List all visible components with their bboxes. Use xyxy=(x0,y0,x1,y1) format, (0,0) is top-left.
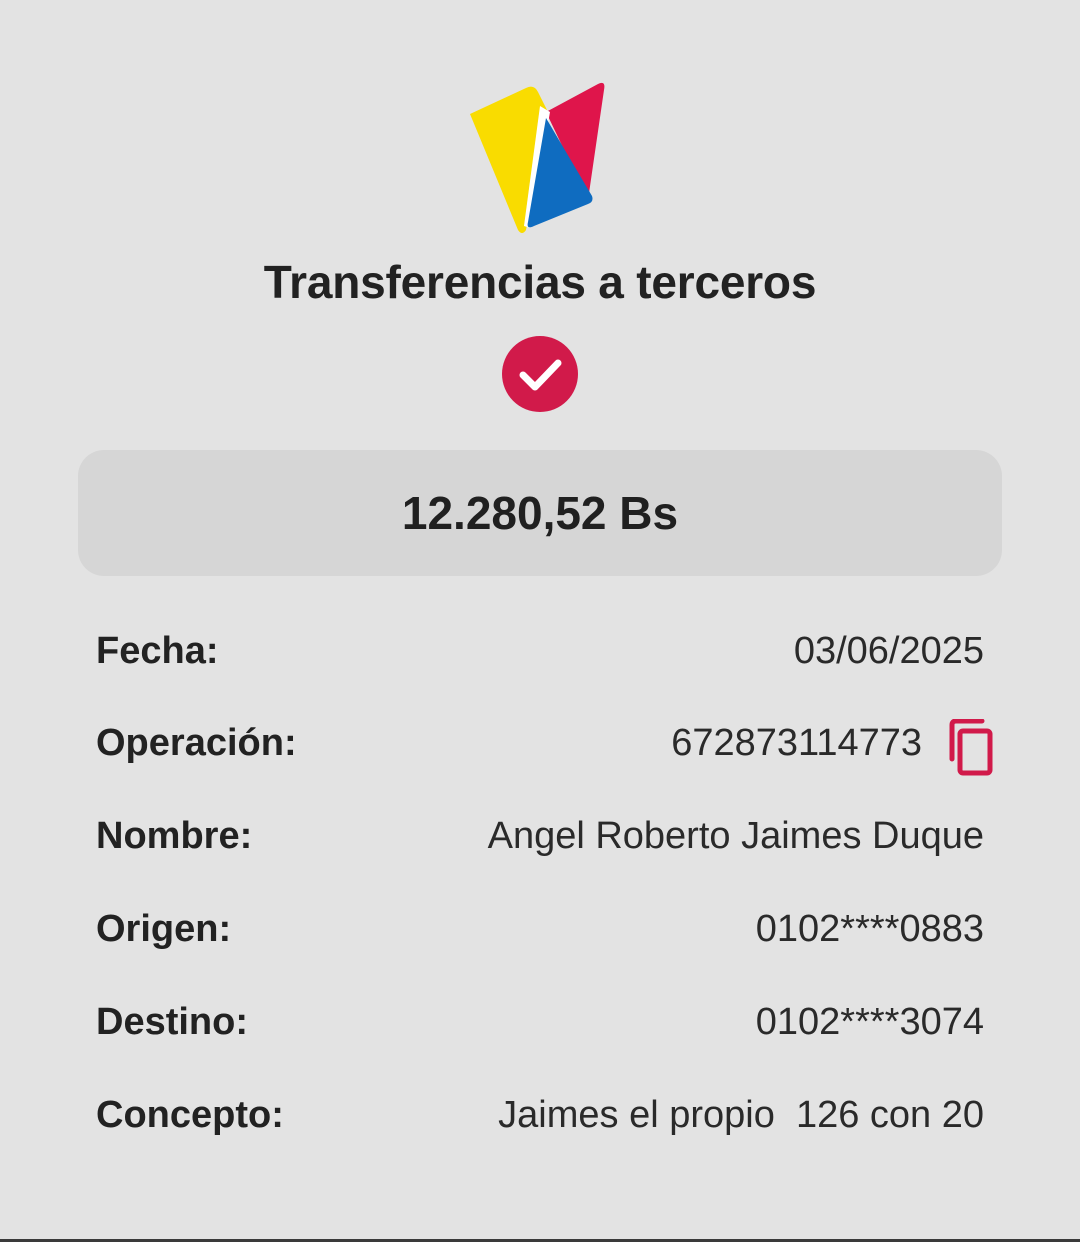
detail-row-nombre: Nombre: Angel Roberto Jaimes Duque xyxy=(96,806,984,866)
origen-label: Origen: xyxy=(96,908,232,950)
destino-value: 0102****3074 xyxy=(755,1001,984,1043)
nombre-label: Nombre: xyxy=(96,815,253,857)
detail-row-fecha: Fecha: 03/06/2025 xyxy=(96,621,984,681)
bank-logo-icon xyxy=(460,78,616,238)
detail-row-origen: Origen: 0102****0883 xyxy=(96,899,984,959)
transfer-amount: 12.280,52 Bs xyxy=(401,487,679,539)
concepto-label: Concepto: xyxy=(96,1094,284,1136)
fecha-label: Fecha: xyxy=(96,630,219,672)
success-check-icon xyxy=(502,336,578,412)
destino-label: Destino: xyxy=(96,1001,248,1043)
amount-panel: 12.280,52 Bs xyxy=(78,450,1002,576)
operacion-value: 672873114773 xyxy=(671,722,922,764)
origen-value: 0102****0883 xyxy=(755,908,984,950)
fecha-value: 03/06/2025 xyxy=(793,630,984,672)
copy-icon[interactable] xyxy=(944,718,996,777)
operacion-label: Operación: xyxy=(96,722,297,764)
detail-row-operacion: Operación: 672873114773 xyxy=(96,713,993,776)
concepto-value: Jaimes el propio 126 con 20 xyxy=(498,1094,984,1136)
page-title: Transferencias a terceros xyxy=(263,256,817,308)
detail-row-destino: Destino: 0102****3074 xyxy=(96,992,984,1052)
nombre-value: Angel Roberto Jaimes Duque xyxy=(487,815,984,857)
detail-row-concepto: Concepto: Jaimes el propio 126 con 20 xyxy=(96,1085,984,1145)
